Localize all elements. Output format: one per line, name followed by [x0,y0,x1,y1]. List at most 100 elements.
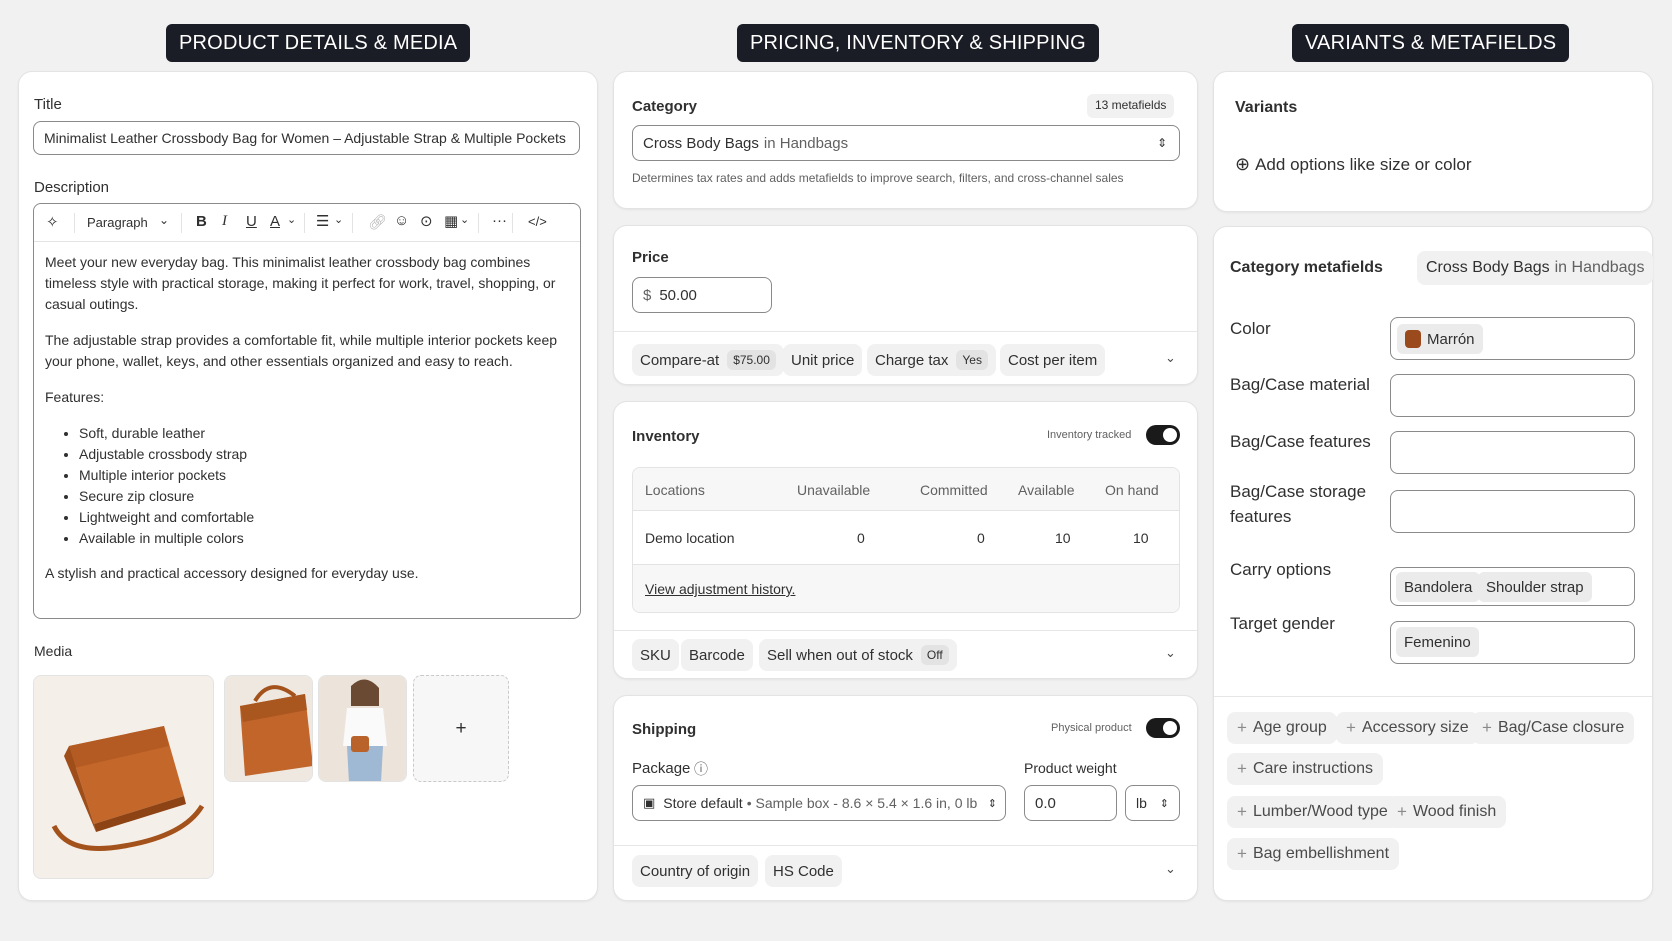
code-button[interactable]: </> [528,214,547,229]
add-age-group-button[interactable]: + Age group [1227,712,1337,744]
list-item: Adjustable crossbody strap [79,444,570,465]
underline-button[interactable]: U [246,213,257,230]
chevron-down-icon[interactable]: ⌄ [1165,645,1176,661]
title-label: Title [34,96,62,113]
add-field-label: Care instructions [1252,760,1373,777]
hs-code-chip[interactable]: HS Code [765,855,842,887]
shipping-label: Shipping [632,721,697,738]
link-icon[interactable]: 🔗︎ [368,213,387,231]
bold-button[interactable]: B [196,213,207,230]
country-of-origin-chip[interactable]: Country of origin [632,855,759,887]
package-label: Package [632,760,691,777]
toolbar-divider [512,213,513,233]
sell-when-out-of-stock-chip[interactable]: Sell when out of stock Off [759,639,957,671]
add-care-instructions-button[interactable]: + Care instructions [1227,753,1383,785]
magic-icon[interactable]: ✧ [46,213,59,231]
unit-price-chip[interactable]: Unit price [783,344,863,376]
weight-unit-value: lb [1136,795,1147,811]
chevron-down-icon[interactable]: ⌄ [159,213,169,227]
media-thumb[interactable] [318,675,407,782]
italic-button[interactable]: I [222,213,227,230]
storage-features-field[interactable] [1390,490,1635,533]
plus-icon: + [1482,718,1492,737]
divider [614,331,1197,332]
carry-options-label: Carry options [1230,560,1332,579]
info-icon[interactable]: ⓘ [694,759,708,779]
divider [614,630,1197,631]
sell-oos-value: Off [920,645,949,665]
inventory-label: Inventory [632,428,700,445]
table-icon[interactable]: ▦ [444,212,458,230]
sku-chip[interactable]: SKU [632,639,679,671]
add-options-button[interactable]: ⊕ Add options like size or color [1235,154,1471,175]
color-swatch [1405,330,1421,348]
emoji-icon[interactable]: ☺ [394,212,409,229]
chevron-down-icon[interactable]: ⌄ [460,213,469,226]
add-wood-finish-button[interactable]: + Wood finish [1387,796,1507,828]
features-list: Soft, durable leather Adjustable crossbo… [79,423,570,549]
target-gender-field[interactable]: Femenino [1390,621,1635,664]
select-arrows-icon: ⇕ [987,796,997,810]
more-button[interactable]: ··· [492,212,507,229]
description-paragraph: The adjustable strap provides a comforta… [45,332,558,369]
align-icon[interactable]: ☰ [316,212,329,230]
view-adjustment-history-link[interactable]: View adjustment history. [645,581,795,597]
barcode-chip[interactable]: Barcode [681,639,753,671]
price-input[interactable]: $ 50.00 [632,277,772,313]
text-color-button[interactable]: A [270,213,280,230]
model-image [319,676,406,781]
add-media-button[interactable]: + [413,675,509,782]
location-name: Demo location [645,530,735,546]
sell-oos-label: Sell when out of stock [767,646,913,664]
media-label: Media [34,643,73,659]
features-field[interactable] [1390,431,1635,474]
cost-per-item-chip[interactable]: Cost per item [1000,344,1106,376]
title-input[interactable]: Minimalist Leather Crossbody Bag for Wom… [33,121,580,155]
unavailable-value[interactable]: 0 [857,530,865,546]
inventory-card: Inventory Inventory tracked Locations Un… [613,401,1198,679]
chevron-down-icon[interactable]: ⌄ [334,213,343,226]
physical-product-toggle[interactable] [1146,718,1180,738]
add-field-label: Accessory size [1361,719,1469,736]
video-icon[interactable]: ⊙ [420,212,433,230]
variants-card: Variants ⊕ Add options like size or colo… [1213,71,1653,212]
toolbar-divider [74,213,75,233]
on-hand-value[interactable]: 10 [1133,530,1149,546]
color-field[interactable]: Marrón [1390,317,1635,360]
chevron-down-icon[interactable]: ⌄ [1165,350,1176,366]
carry-options-field[interactable]: Bandolera Shoulder strap [1390,567,1635,606]
paragraph-select[interactable]: Paragraph [87,215,148,230]
add-field-label: Lumber/Wood type [1252,803,1388,820]
chevron-down-icon[interactable]: ⌄ [287,213,296,226]
features-heading: Features: [45,389,105,405]
media-main-image[interactable] [33,675,214,879]
table-row: Demo location 0 0 10 10 [633,511,1179,565]
description-editor[interactable]: ✧ Paragraph ⌄ B I U A ⌄ ☰ ⌄ 🔗︎ ☺ ⊙ ▦ ⌄ ·… [33,203,581,619]
metafields-badge: 13 metafields [1087,94,1175,118]
available-value[interactable]: 10 [1055,530,1071,546]
media-thumb[interactable] [224,675,313,782]
add-lumber-type-button[interactable]: + Lumber/Wood type [1227,796,1398,828]
weight-unit-select[interactable]: lb ⇕ [1125,785,1180,821]
package-select[interactable]: ▣ Store default • Sample box - 8.6 × 5.4… [632,785,1006,821]
weight-input[interactable]: 0.0 [1024,785,1117,821]
plus-icon: + [1237,844,1247,863]
add-bag-closure-button[interactable]: + Bag/Case closure [1472,712,1635,744]
list-item: Lightweight and comfortable [79,507,570,528]
add-accessory-size-button[interactable]: + Accessory size [1336,712,1479,744]
price-label: Price [632,249,669,266]
list-item: Secure zip closure [79,486,570,507]
compare-at-chip[interactable]: Compare-at $75.00 [632,344,784,376]
material-field[interactable] [1390,374,1635,417]
description-content[interactable]: Meet your new everyday bag. This minimal… [45,252,570,584]
add-bag-embellishment-button[interactable]: + Bag embellishment [1227,838,1400,870]
table-header: Locations Unavailable Committed Availabl… [633,468,1179,511]
list-item: Multiple interior pockets [79,465,570,486]
inventory-tracked-label: Inventory tracked [1047,429,1132,441]
category-select[interactable]: Cross Body Bags in Handbags ⇕ [632,125,1180,161]
charge-tax-chip[interactable]: Charge tax Yes [867,344,996,376]
inventory-tracked-toggle[interactable] [1146,425,1180,445]
chevron-down-icon[interactable]: ⌄ [1165,861,1176,877]
variants-label: Variants [1235,99,1298,116]
compare-at-value: $75.00 [727,350,776,370]
